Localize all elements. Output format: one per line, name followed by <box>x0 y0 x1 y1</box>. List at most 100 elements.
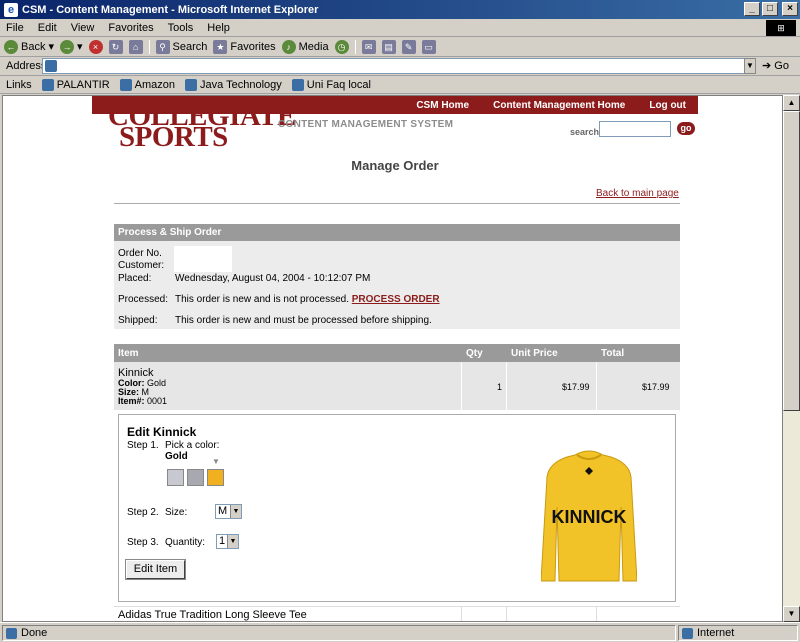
step1-label: Step 1. <box>127 440 159 451</box>
swatch-silver[interactable] <box>167 469 184 486</box>
step3-label: Step 3. <box>127 537 159 548</box>
go-button[interactable]: ➔ Go <box>762 59 789 72</box>
search-input[interactable] <box>599 121 671 137</box>
address-input[interactable] <box>42 58 756 74</box>
customer-label: Customer: <box>118 260 165 271</box>
close-button[interactable]: × <box>782 2 798 16</box>
customer-value <box>174 258 232 272</box>
swatch-gold[interactable] <box>207 469 224 486</box>
link-palantir[interactable]: PALANTIR <box>41 78 110 91</box>
minimize-button[interactable]: _ <box>744 2 760 16</box>
favorites-button[interactable]: ★ Favorites <box>213 39 276 54</box>
windows-logo-icon: ⊞ <box>766 20 796 36</box>
shipped-status: This order is new and must be processed … <box>175 315 432 326</box>
chevron-down-icon: ▼ <box>227 535 238 548</box>
page-icon <box>6 628 17 639</box>
menu-edit[interactable]: Edit <box>38 22 57 34</box>
globe-icon <box>682 628 693 639</box>
menu-bar: File Edit View Favorites Tools Help <box>0 19 800 37</box>
ie-icon: e <box>4 2 18 17</box>
menu-view[interactable]: View <box>71 22 95 34</box>
table-header: Item Qty Unit Price Total <box>114 344 680 362</box>
chevron-down-icon: ▾ <box>48 41 54 53</box>
selected-color: Gold <box>165 451 188 462</box>
forward-button[interactable]: → ▾ <box>60 39 83 54</box>
chevron-down-icon: ▼ <box>230 505 241 518</box>
search-label: search <box>570 127 600 137</box>
scroll-up-icon[interactable]: ▲ <box>783 95 800 111</box>
cell-divider <box>461 607 462 621</box>
link-icon <box>41 78 54 91</box>
quantity-select[interactable]: 1 ▼ <box>216 534 239 549</box>
nav-content-management-home[interactable]: Content Management Home <box>493 100 625 111</box>
link-uni-faq-local[interactable]: Uni Faq local <box>291 78 371 91</box>
size-select[interactable]: M ▼ <box>215 504 242 519</box>
stop-icon[interactable]: × <box>88 39 103 54</box>
processed-label: Processed: <box>118 294 169 305</box>
cell-divider <box>506 607 507 621</box>
process-ship-panel: Order No. Customer: Placed: Wednesday, A… <box>114 241 680 329</box>
search-button[interactable]: ⚲ Search <box>155 39 207 54</box>
product-image: KINNICK <box>541 450 637 582</box>
window-title: CSM - Content Management - Microsoft Int… <box>22 3 319 16</box>
nav-log-out[interactable]: Log out <box>649 100 686 111</box>
size-label: Size: <box>165 507 188 518</box>
discuss-icon[interactable]: ▭ <box>421 39 436 54</box>
edit-item-button[interactable]: Edit Item <box>125 559 186 580</box>
vertical-scrollbar[interactable]: ▲ ▼ <box>783 95 800 622</box>
shipped-label: Shipped: <box>118 315 158 326</box>
page-title: Manage Order <box>351 158 439 173</box>
step2-label: Step 2. <box>127 507 159 518</box>
toolbar: ← Back ▾ → ▾ × ↻ ⌂ ⚲ Search ★ Favorites ♪ Medi… <box>0 37 800 57</box>
home-icon[interactable]: ⌂ <box>128 39 143 54</box>
item-number: Item#: 0001 <box>118 396 168 406</box>
status-text: Done <box>2 625 676 641</box>
back-to-main-link[interactable]: Back to main page <box>596 188 679 199</box>
mail-icon[interactable]: ✉ <box>361 39 376 54</box>
menu-help[interactable]: Help <box>207 22 230 34</box>
back-button[interactable]: ← Back ▾ <box>4 39 54 54</box>
col-total: Total <box>601 348 625 359</box>
media-icon: ♪ <box>281 39 296 54</box>
table-row: Adidas True Tradition Long Sleeve Tee <box>114 606 680 621</box>
nav-csm-home[interactable]: CSM Home <box>416 100 469 111</box>
col-qty: Qty <box>466 348 483 359</box>
scroll-down-icon[interactable]: ▼ <box>783 606 800 622</box>
links-label: Links <box>6 78 32 91</box>
media-button[interactable]: ♪ Media <box>281 39 329 54</box>
forward-arrow-icon: → <box>60 39 74 54</box>
swatch-gray[interactable] <box>187 469 204 486</box>
menu-favorites[interactable]: Favorites <box>108 22 153 34</box>
address-bar: Address ▼ ➔ Go <box>0 57 800 76</box>
print-icon[interactable]: ▤ <box>381 39 396 54</box>
refresh-icon[interactable]: ↻ <box>108 39 123 54</box>
browser-viewport: CSM Home Content Management Home Log out… <box>2 95 783 622</box>
link-amazon[interactable]: Amazon <box>119 78 175 91</box>
placed-label: Placed: <box>118 273 152 284</box>
links-bar: Links PALANTIR Amazon Java Technology Un… <box>0 76 800 94</box>
scroll-thumb[interactable] <box>783 111 800 411</box>
maximize-button[interactable]: □ <box>762 2 778 16</box>
history-icon[interactable]: ◷ <box>334 39 349 54</box>
menu-file[interactable]: File <box>6 22 24 34</box>
col-unit-price: Unit Price <box>511 348 558 359</box>
search-go-button[interactable]: go <box>677 122 695 135</box>
chevron-down-icon: ▾ <box>77 41 83 53</box>
page-content: CSM Home Content Management Home Log out… <box>92 96 698 621</box>
address-dropdown-button[interactable]: ▼ <box>744 58 756 74</box>
processed-status: This order is new and is not processed. … <box>175 294 440 305</box>
menu-tools[interactable]: Tools <box>168 22 194 34</box>
placed-value: Wednesday, August 04, 2004 - 10:12:07 PM <box>175 273 371 284</box>
search-icon: ⚲ <box>155 39 170 54</box>
edit-icon[interactable]: ✎ <box>401 39 416 54</box>
brand-subtitle: CONTENT MANAGEMENT SYSTEM <box>278 119 454 130</box>
brand-logo[interactable]: COLLEGIATE SPORTS <box>108 102 296 152</box>
item-name: Adidas True Tradition Long Sleeve Tee <box>118 609 307 621</box>
qty-value: 1 <box>497 382 503 392</box>
toolbar-separator <box>148 39 150 54</box>
status-bar: Done Internet <box>0 622 800 642</box>
quantity-label: Quantity: <box>165 537 206 548</box>
unit-price-value: $17.99 <box>562 382 590 392</box>
link-java-technology[interactable]: Java Technology <box>185 78 282 91</box>
process-order-link[interactable]: PROCESS ORDER <box>352 294 440 305</box>
